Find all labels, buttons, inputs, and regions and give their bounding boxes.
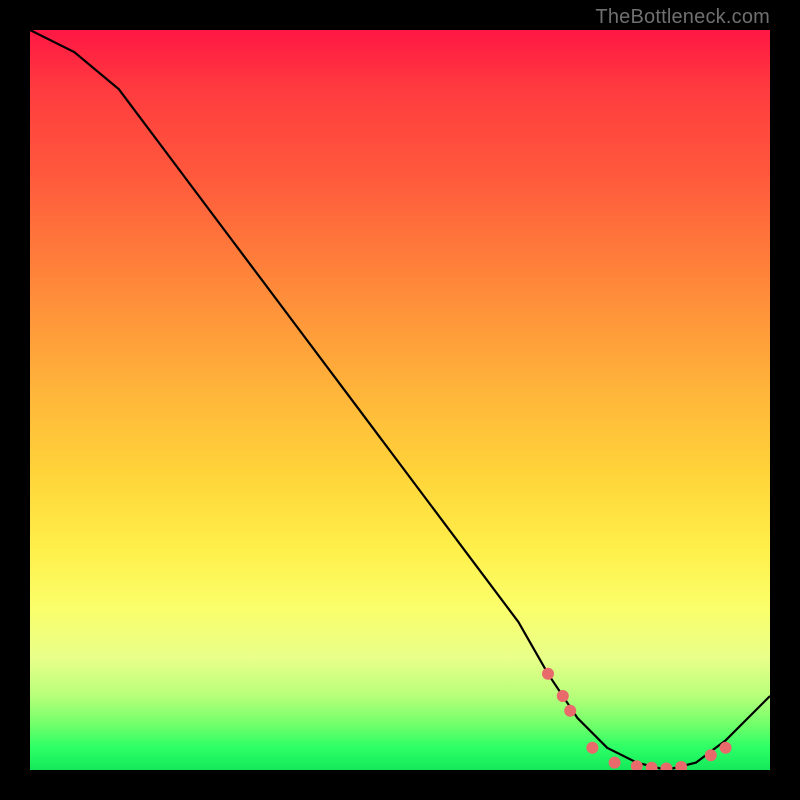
curve-marker [631, 760, 643, 770]
bottleneck-curve [30, 30, 770, 770]
curve-marker [705, 749, 717, 761]
plot-area [30, 30, 770, 770]
curve-marker [586, 742, 598, 754]
curve-marker [675, 761, 687, 770]
curve-marker [660, 763, 672, 771]
watermark-text: TheBottleneck.com [595, 6, 770, 29]
curve-marker [564, 705, 576, 717]
marker-group [542, 668, 732, 770]
chart-frame: TheBottleneck.com [0, 0, 800, 800]
curve-layer [30, 30, 770, 770]
curve-marker [557, 690, 569, 702]
curve-marker [646, 762, 658, 770]
curve-marker [720, 742, 732, 754]
curve-marker [542, 668, 554, 680]
curve-marker [609, 757, 621, 769]
